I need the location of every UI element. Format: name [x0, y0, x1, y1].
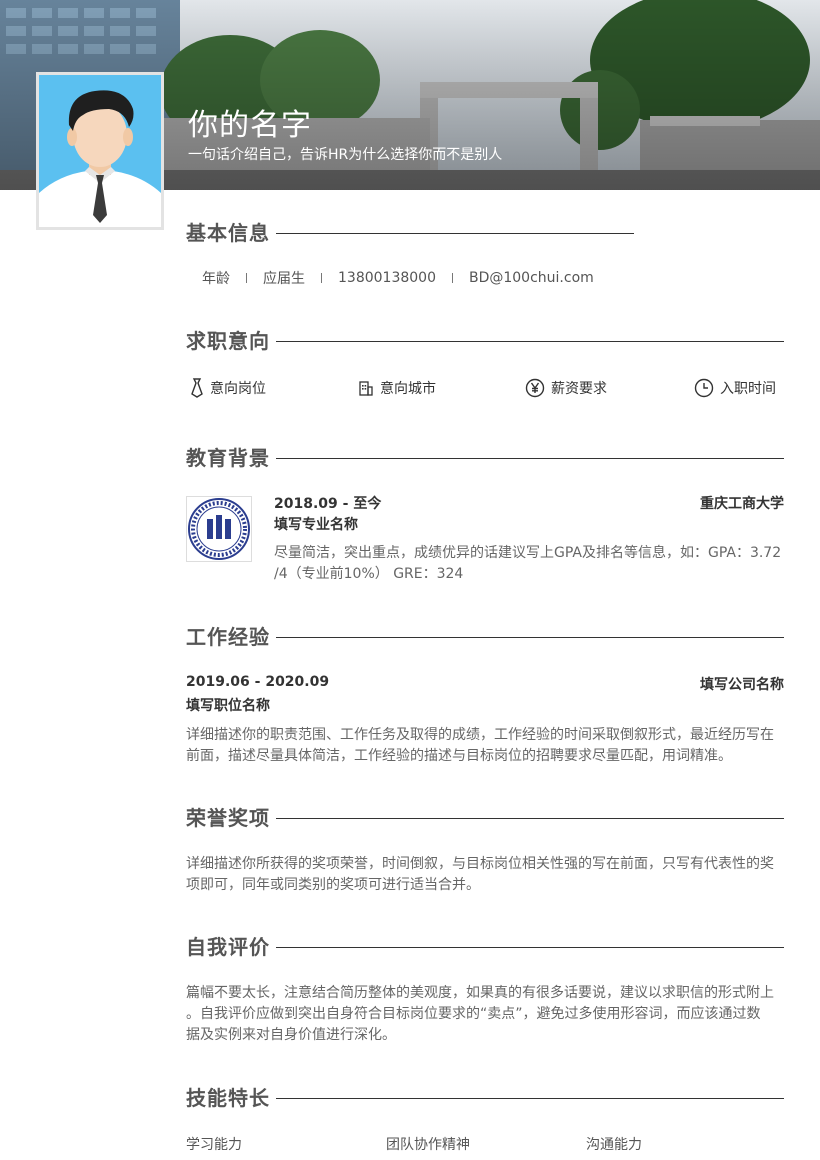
work-description: 详细描述你的职责范围、工作任务及取得的成绩，工作经验的时间采取倒叙形式，最近经历… [186, 725, 784, 767]
avatar [36, 72, 164, 230]
intent-position-label: 意向岗位 [210, 381, 266, 397]
intent-entry-time-label: 入职时间 [720, 381, 776, 397]
self-eval-line: 。自我评价应做到突出自身符合目标岗位要求的“卖点”，避免过多使用形容词，而应该通… [186, 1006, 761, 1022]
divider [246, 273, 247, 283]
resume-name: 你的名字 [188, 108, 312, 143]
status-field: 应届生 [263, 271, 305, 287]
section-education: 教育背景 [186, 443, 784, 473]
section-title: 基本信息 [186, 221, 270, 245]
education-description: 尽量简洁，突出重点，成绩优异的话建议写上GPA及排名等信息，如：GPA：3.72… [274, 543, 784, 585]
education-major: 填写专业名称 [274, 517, 358, 533]
phone-field: 13800138000 [338, 270, 436, 286]
education-school: 重庆工商大学 [700, 496, 784, 512]
skill-item: 团队协作精神 [386, 1137, 470, 1153]
section-divider [276, 637, 784, 638]
honors-desc-line: 详细描述你所获得的奖项荣誉，时间倒叙，与目标岗位相关性强的写在前面，只写有代表性… [186, 856, 774, 872]
intent-salary-label: 薪资要求 [551, 381, 607, 397]
age-field: 年龄 [202, 271, 230, 287]
email-field: BD@100chui.com [468, 270, 594, 286]
clock-icon [694, 378, 714, 398]
section-divider [276, 458, 784, 459]
tie-icon [191, 378, 203, 398]
building-icon [359, 381, 373, 396]
section-honors: 荣誉奖项 [186, 803, 784, 833]
school-logo [186, 496, 252, 562]
section-job-intent: 求职意向 [186, 326, 784, 356]
yen-icon [525, 378, 545, 398]
section-title: 求职意向 [186, 329, 270, 353]
self-eval-line: 篇幅不要太长，注意结合简历整体的美观度，如果真的有很多话要说，建议以求职信的形式… [186, 985, 774, 1001]
education-desc-line: /4（专业前10%） GRE：324 [274, 566, 464, 582]
skill-item: 沟通能力 [586, 1137, 642, 1153]
divider [321, 273, 322, 283]
skill-item: 学习能力 [186, 1137, 242, 1153]
section-title: 教育背景 [186, 446, 270, 470]
university-logo [188, 498, 250, 560]
section-title: 技能特长 [186, 1086, 270, 1110]
section-divider [276, 1098, 784, 1099]
section-work: 工作经验 [186, 622, 784, 652]
education-desc-line: 尽量简洁，突出重点，成绩优异的话建议写上GPA及排名等信息，如：GPA：3.72 [274, 545, 782, 561]
section-title: 自我评价 [186, 935, 270, 959]
intent-entry-time: 入职时间 [694, 378, 776, 398]
avatar-illustration [39, 75, 161, 227]
work-position: 填写职位名称 [186, 698, 270, 714]
self-evaluation-description: 篇幅不要太长，注意结合简历整体的美观度，如果真的有很多话要说，建议以求职信的形式… [186, 983, 784, 1046]
section-title: 工作经验 [186, 625, 270, 649]
work-desc-line: 详细描述你的职责范围、工作任务及取得的成绩，工作经验的时间采取倒叙形式，最近经历… [186, 727, 774, 743]
work-desc-line: 前面，描述尽量具体简洁，工作经验的描述与目标岗位的招聘要求尽量匹配，用词精准。 [186, 748, 732, 764]
intent-city: 意向城市 [358, 378, 436, 398]
work-period: 2019.06 - 2020.09 [186, 674, 330, 690]
education-period: 2018.09 - 至今 [274, 496, 382, 512]
section-divider [276, 341, 784, 342]
section-basic-info: 基本信息 [186, 218, 634, 248]
divider [451, 273, 453, 283]
section-divider [276, 233, 634, 234]
section-self-evaluation: 自我评价 [186, 932, 784, 962]
resume-intro: 一句话介绍自己，告诉HR为什么选择你而不是别人 [188, 147, 503, 163]
intent-position: 意向岗位 [190, 378, 266, 398]
intent-city-label: 意向城市 [380, 381, 436, 397]
intent-salary: 薪资要求 [525, 378, 607, 398]
honors-description: 详细描述你所获得的奖项荣誉，时间倒叙，与目标岗位相关性强的写在前面，只写有代表性… [186, 854, 784, 896]
self-eval-line: 据及实例来对自身价值进行深化。 [186, 1027, 396, 1043]
section-skills: 技能特长 [186, 1083, 784, 1113]
honors-desc-line: 项即可，同年或同类别的奖项可进行适当合并。 [186, 877, 480, 893]
section-divider [276, 818, 784, 819]
section-divider [276, 947, 784, 948]
basic-info-row: 年龄 应届生 13800138000 BD@100chui.com [202, 268, 594, 288]
work-company: 填写公司名称 [700, 677, 784, 693]
section-title: 荣誉奖项 [186, 806, 270, 830]
